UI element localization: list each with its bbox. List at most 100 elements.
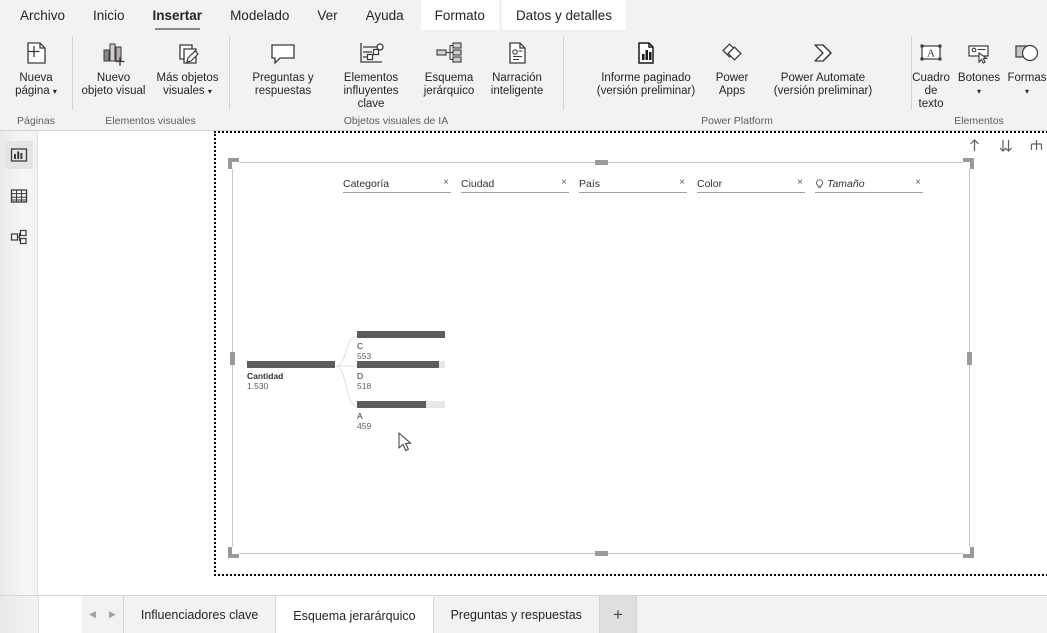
power-apps-label: Power Apps — [715, 72, 749, 97]
key-influencers-button[interactable]: Elementos influyentes clave — [326, 34, 416, 113]
view-switcher — [0, 131, 38, 595]
ribbon-tab-datos-y-detalles[interactable]: Datos y detalles — [501, 0, 626, 30]
ribbon-tab-label: Ayuda — [365, 7, 404, 23]
ribbon-group-elementos-visuales: Nuevo objeto visual Más objetos visuales… — [72, 30, 229, 130]
page-tab-label: Influenciadores clave — [140, 607, 259, 622]
view-switcher-model[interactable] — [5, 223, 33, 251]
resize-handle-middle-right[interactable] — [967, 352, 972, 365]
power-apps-icon — [716, 36, 748, 70]
decomposition-tree-button[interactable]: Esquema jerárquico — [416, 34, 482, 100]
page-nav-arrows: ◀ ▶ — [82, 596, 124, 633]
qna-icon — [266, 36, 300, 70]
page-next-arrow-icon[interactable]: ▶ — [109, 609, 116, 620]
new-visual-label: Nuevo objeto visual — [81, 72, 146, 97]
ribbon-tab-ver[interactable]: Ver — [303, 0, 351, 30]
more-visuals-button[interactable]: Más objetos visuales ▾ — [151, 34, 225, 100]
shapes-button[interactable]: Formas ▾ — [1003, 34, 1047, 100]
new-visual-button[interactable]: Nuevo objeto visual — [77, 34, 151, 100]
qna-button[interactable]: Preguntas y respuestas — [240, 34, 326, 100]
decomposition-tree-visual[interactable]: Categoría × Ciudad × País × Color × Tama… — [228, 158, 974, 558]
tree-node-d[interactable]: D 518 — [357, 361, 445, 391]
tree-split-icon[interactable] — [1028, 137, 1045, 154]
page-tab-influenciadores-clave[interactable]: Influenciadores clave — [123, 596, 277, 633]
view-switcher-report[interactable] — [4, 141, 33, 169]
power-automate-icon — [807, 36, 839, 70]
ribbon-tab-inicio[interactable]: Inicio — [79, 0, 139, 30]
new-visual-icon — [98, 36, 130, 70]
ribbon-group-label: Páginas — [17, 115, 55, 127]
decomposition-tree-icon — [432, 36, 466, 70]
ribbon-group-paginas: Nueva página ▾ Páginas — [0, 30, 72, 130]
resize-handle-top-center[interactable] — [595, 160, 608, 165]
power-automate-button[interactable]: Power Automate (versión preliminar) — [757, 34, 889, 100]
tree-body: Cantidad 1.530 C 553 D 518 A 459 — [233, 163, 969, 553]
tree-node-bar — [357, 331, 445, 338]
ribbon-tab-archivo[interactable]: Archivo — [6, 0, 79, 30]
shapes-icon — [1011, 36, 1043, 70]
double-arrow-down-icon[interactable] — [997, 137, 1014, 154]
resize-handle-bottom-center[interactable] — [595, 551, 608, 556]
ribbon-tab-modelado[interactable]: Modelado — [216, 0, 303, 30]
resize-handle-top-right[interactable] — [963, 158, 974, 169]
resize-handle-middle-left[interactable] — [230, 352, 235, 365]
tree-connectors — [335, 335, 358, 407]
buttons-label: Botones ▾ — [957, 72, 1001, 96]
tree-node-label: C — [357, 341, 364, 351]
tree-node-bar — [357, 401, 445, 408]
resize-handle-top-left[interactable] — [228, 158, 239, 169]
tree-node-bar-fill — [357, 361, 439, 368]
page-tab-bar: ◀ ▶ Influenciadores clave Esquema jerará… — [0, 595, 1047, 633]
ribbon-tab-label: Formato — [434, 7, 485, 23]
text-box-icon: A — [915, 36, 947, 70]
buttons-button[interactable]: Botones ▾ — [955, 34, 1003, 100]
canvas-area[interactable]: Categoría × Ciudad × País × Color × Tama… — [38, 131, 1047, 595]
ribbon-tab-label: Insertar — [152, 7, 203, 23]
shapes-label: Formas ▾ — [1007, 72, 1047, 96]
tree-node-a[interactable]: A 459 — [357, 401, 445, 431]
paginated-report-button[interactable]: Informe paginado (versión preliminar) — [585, 34, 707, 100]
key-influencers-icon — [354, 36, 388, 70]
new-page-label: Nueva página ▾ — [15, 72, 57, 97]
ribbon-tab-label: Ver — [317, 7, 338, 23]
tree-node-c[interactable]: C 553 — [357, 331, 445, 361]
page-tab-preguntas-y-respuestas[interactable]: Preguntas y respuestas — [433, 596, 600, 633]
data-table-icon — [10, 189, 27, 203]
buttons-icon — [963, 36, 995, 70]
ribbon-tab-ayuda[interactable]: Ayuda — [352, 0, 418, 30]
report-page-canvas[interactable]: Categoría × Ciudad × País × Color × Tama… — [214, 131, 1047, 576]
tree-node-label: A — [357, 411, 363, 421]
ribbon-tab-label: Modelado — [230, 7, 290, 23]
smart-narrative-label: Narración inteligente — [490, 72, 544, 97]
bottom-spacer — [39, 596, 82, 633]
main-area: Categoría × Ciudad × País × Color × Tama… — [0, 131, 1047, 595]
ribbon-tab-insertar[interactable]: Insertar — [139, 0, 217, 30]
tree-node-bar — [357, 361, 445, 368]
page-tab-esquema-jerararquico[interactable]: Esquema jerarárquico — [276, 596, 434, 633]
page-prev-arrow-icon[interactable]: ◀ — [89, 609, 96, 620]
tree-node-root[interactable]: Cantidad 1.530 — [247, 361, 335, 391]
add-page-button[interactable]: + — [599, 596, 637, 633]
view-switcher-data[interactable] — [5, 182, 33, 210]
ribbon-group-label: Power Platform — [701, 115, 773, 127]
bottom-left-filler — [0, 596, 39, 633]
visual-header-toolbar — [966, 137, 1047, 154]
chevron-down-icon: ▾ — [977, 87, 982, 96]
ribbon: Nueva página ▾ Páginas Nuevo objeto visu… — [0, 30, 1047, 131]
power-apps-button[interactable]: Power Apps — [707, 34, 757, 100]
paginated-report-icon — [630, 36, 662, 70]
resize-handle-bottom-left[interactable] — [228, 547, 239, 558]
ribbon-group-elementos: A Cuadro de texto Botones ▾ Formas ▾ Ele… — [911, 30, 1047, 130]
arrow-up-icon[interactable] — [966, 137, 983, 154]
new-page-button[interactable]: Nueva página ▾ — [4, 34, 68, 100]
text-box-button[interactable]: A Cuadro de texto — [907, 34, 955, 113]
ribbon-tab-label: Archivo — [20, 7, 66, 23]
page-tab-label: Esquema jerarárquico — [293, 608, 416, 623]
power-bi-window: Archivo Inicio Insertar Modelado Ver Ayu… — [0, 0, 1047, 633]
more-visuals-label: Más objetos visuales ▾ — [156, 72, 219, 97]
ribbon-tab-formato[interactable]: Formato — [420, 0, 499, 30]
tree-node-bar-fill — [357, 331, 445, 338]
smart-narrative-button[interactable]: Narración inteligente — [482, 34, 552, 100]
svg-text:A: A — [927, 48, 935, 60]
ribbon-group-label: Elementos — [954, 115, 1004, 127]
resize-handle-bottom-right[interactable] — [963, 547, 974, 558]
